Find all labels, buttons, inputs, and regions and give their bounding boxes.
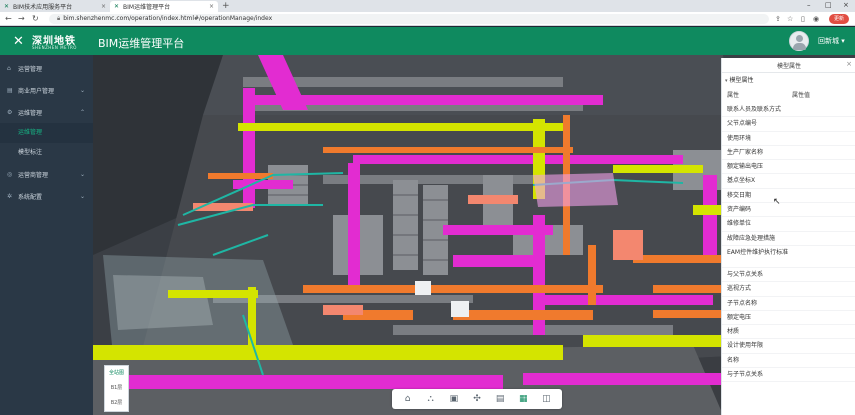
- view-toolbar: ⌂ ⛬ ▣ ✣ ▤ ▦ ◫: [392, 389, 562, 409]
- browser-tab-strip: ✕ BIM技术应用服务平台 × ✕ BIM运维管理平台 × + – □ ×: [0, 0, 855, 12]
- floor-tab-all[interactable]: 全站图: [105, 366, 128, 381]
- property-row[interactable]: 父节点编号: [722, 117, 855, 132]
- property-row[interactable]: 移交日期: [722, 189, 855, 204]
- property-row[interactable]: 故障应急处理措施: [722, 232, 855, 246]
- panel-title: 模型属性: [776, 63, 801, 70]
- fan-icon[interactable]: ✣: [470, 392, 484, 406]
- home-icon: ⌂: [7, 64, 11, 72]
- close-tab-icon[interactable]: ×: [101, 3, 106, 10]
- sidebar-item-label: 商业用户管理: [18, 87, 55, 95]
- property-row[interactable]: 额定输出电压: [722, 160, 855, 175]
- sidebar-item-label: 运营管理: [18, 65, 43, 73]
- sidebar-item-operations[interactable]: ⌂ 运营管理: [0, 57, 93, 79]
- property-row[interactable]: 基点坐标X: [722, 174, 855, 189]
- url-text: bim.shenzhenmc.com/operation/index.html#…: [63, 15, 273, 22]
- property-row[interactable]: 维修单位: [722, 217, 855, 232]
- triangle-down-icon: ▾: [725, 78, 728, 84]
- close-icon[interactable]: ×: [846, 60, 852, 68]
- sidebar-subitem-annotation[interactable]: 模型标注: [0, 143, 93, 163]
- wrench-icon: ⚙: [7, 108, 13, 116]
- logo-subtext: SHENZHEN METRO: [32, 45, 77, 50]
- sidebar: ⌂ 运营管理 ▤ 商业用户管理 ⌄ ⚙ 运维管理 ⌃ 运维管理 模型标注 ◎ 运…: [0, 55, 93, 415]
- structure-icon[interactable]: ⛬: [424, 392, 438, 406]
- metro-logo-icon: ✕: [13, 34, 24, 49]
- sidebar-item-label: 系统配置: [18, 193, 43, 201]
- app-favicon-icon: ✕: [114, 2, 120, 10]
- sidebar-item-label: 运维管理: [18, 109, 43, 117]
- property-row[interactable]: 材质: [722, 325, 855, 340]
- app-header: ✕ 深圳地铁 SHENZHEN METRO BIM运维管理平台 回新城 ▾: [0, 27, 855, 55]
- home-icon[interactable]: ⌂: [401, 392, 415, 406]
- floor-tab-b1[interactable]: B1层: [105, 381, 128, 396]
- chevron-down-icon: ⌄: [79, 170, 85, 178]
- mouse-cursor-icon: ↖: [773, 197, 781, 207]
- sidebar-item-operators[interactable]: ◎ 运营商管理 ⌄: [0, 163, 93, 185]
- model-property-panel: 模型属性 × ▾ 模型属性 属性 属性值 联系人员及联系方式 父节点编号 使用环境…: [721, 58, 855, 415]
- property-row[interactable]: EAM控件维护执行标准: [722, 246, 855, 268]
- property-row[interactable]: 联系人员及联系方式: [722, 103, 855, 118]
- property-row[interactable]: 生产厂家名称: [722, 146, 855, 161]
- property-row[interactable]: 与子节点关系: [722, 368, 855, 383]
- forward-icon[interactable]: →: [18, 13, 25, 25]
- sidebar-item-maintenance[interactable]: ⚙ 运维管理 ⌃: [0, 101, 93, 123]
- users-icon: ◎: [7, 170, 13, 178]
- address-bar: ← → ↻ 🔒︎ bim.shenzhenmc.com/operation/ind…: [0, 12, 855, 26]
- bookmark-star-icon[interactable]: ☆: [787, 14, 793, 24]
- chevron-down-icon: ⌄: [79, 192, 85, 200]
- floor-selector: 全站图 B1层 B2层: [104, 365, 129, 412]
- sidebar-item-settings[interactable]: ✲ 系统配置 ⌄: [0, 185, 93, 207]
- page-title: BIM运维管理平台: [98, 37, 185, 50]
- update-button[interactable]: 更新: [829, 14, 849, 24]
- floor-tab-b2[interactable]: B2层: [105, 396, 128, 411]
- sidebar-subitem-maintenance[interactable]: 运维管理: [0, 123, 93, 143]
- share-icon[interactable]: ⇪: [775, 14, 781, 24]
- app-favicon-icon: ✕: [4, 2, 10, 10]
- url-field[interactable]: 🔒︎ bim.shenzhenmc.com/operation/index.htm…: [49, 14, 769, 24]
- property-row[interactable]: 使用环境: [722, 132, 855, 146]
- property-column-headers: 属性 属性值: [722, 89, 855, 103]
- gear-icon: ✲: [7, 192, 13, 200]
- column-header-value: 属性值: [792, 92, 811, 99]
- property-row[interactable]: 设计使用年限: [722, 339, 855, 354]
- group-label: 模型属性: [729, 77, 754, 84]
- property-row[interactable]: 额定电压: [722, 311, 855, 326]
- sidebar-item-merchants[interactable]: ▤ 商业用户管理 ⌄: [0, 79, 93, 101]
- property-row[interactable]: 巡视方式: [722, 282, 855, 297]
- section-box-icon[interactable]: ▤: [493, 392, 507, 406]
- chevron-up-icon: ⌃: [79, 108, 85, 116]
- property-row[interactable]: 子节点名称: [722, 297, 855, 311]
- reload-icon[interactable]: ↻: [32, 13, 39, 25]
- minimize-icon[interactable]: –: [807, 0, 811, 11]
- property-row[interactable]: 与父节点关系: [722, 268, 855, 283]
- profile-icon[interactable]: ◉: [813, 14, 819, 24]
- browser-tab-platform[interactable]: ✕ BIM技术应用服务平台 ×: [0, 1, 110, 12]
- lock-icon: 🔒︎: [57, 15, 61, 22]
- window-close-icon[interactable]: ×: [843, 0, 849, 11]
- new-tab-button[interactable]: +: [222, 1, 230, 11]
- property-group-header[interactable]: ▾ 模型属性: [722, 73, 855, 89]
- property-icon[interactable]: ▦: [516, 392, 530, 406]
- column-header-attribute: 属性: [727, 92, 740, 99]
- property-row[interactable]: 资产编码: [722, 203, 855, 218]
- user-menu[interactable]: 回新城 ▾: [818, 36, 845, 46]
- property-row[interactable]: 名称: [722, 354, 855, 369]
- back-icon[interactable]: ←: [5, 13, 12, 25]
- browser-tab-label: BIM技术应用服务平台: [13, 4, 73, 11]
- sidebar-toggle-icon[interactable]: ▯: [801, 14, 805, 24]
- close-tab-icon[interactable]: ×: [209, 3, 214, 10]
- cube-icon[interactable]: ▣: [447, 392, 461, 406]
- chevron-down-icon: ⌄: [79, 86, 85, 94]
- avatar[interactable]: [789, 31, 809, 51]
- shop-icon: ▤: [7, 86, 13, 94]
- split-view-icon[interactable]: ◫: [539, 392, 553, 406]
- browser-tab-label: BIM运维管理平台: [123, 4, 171, 11]
- browser-tab-active[interactable]: ✕ BIM运维管理平台 ×: [110, 1, 218, 12]
- sidebar-item-label: 运营商管理: [18, 171, 49, 179]
- maximize-icon[interactable]: □: [825, 0, 832, 11]
- panel-header: 模型属性 ×: [722, 58, 855, 73]
